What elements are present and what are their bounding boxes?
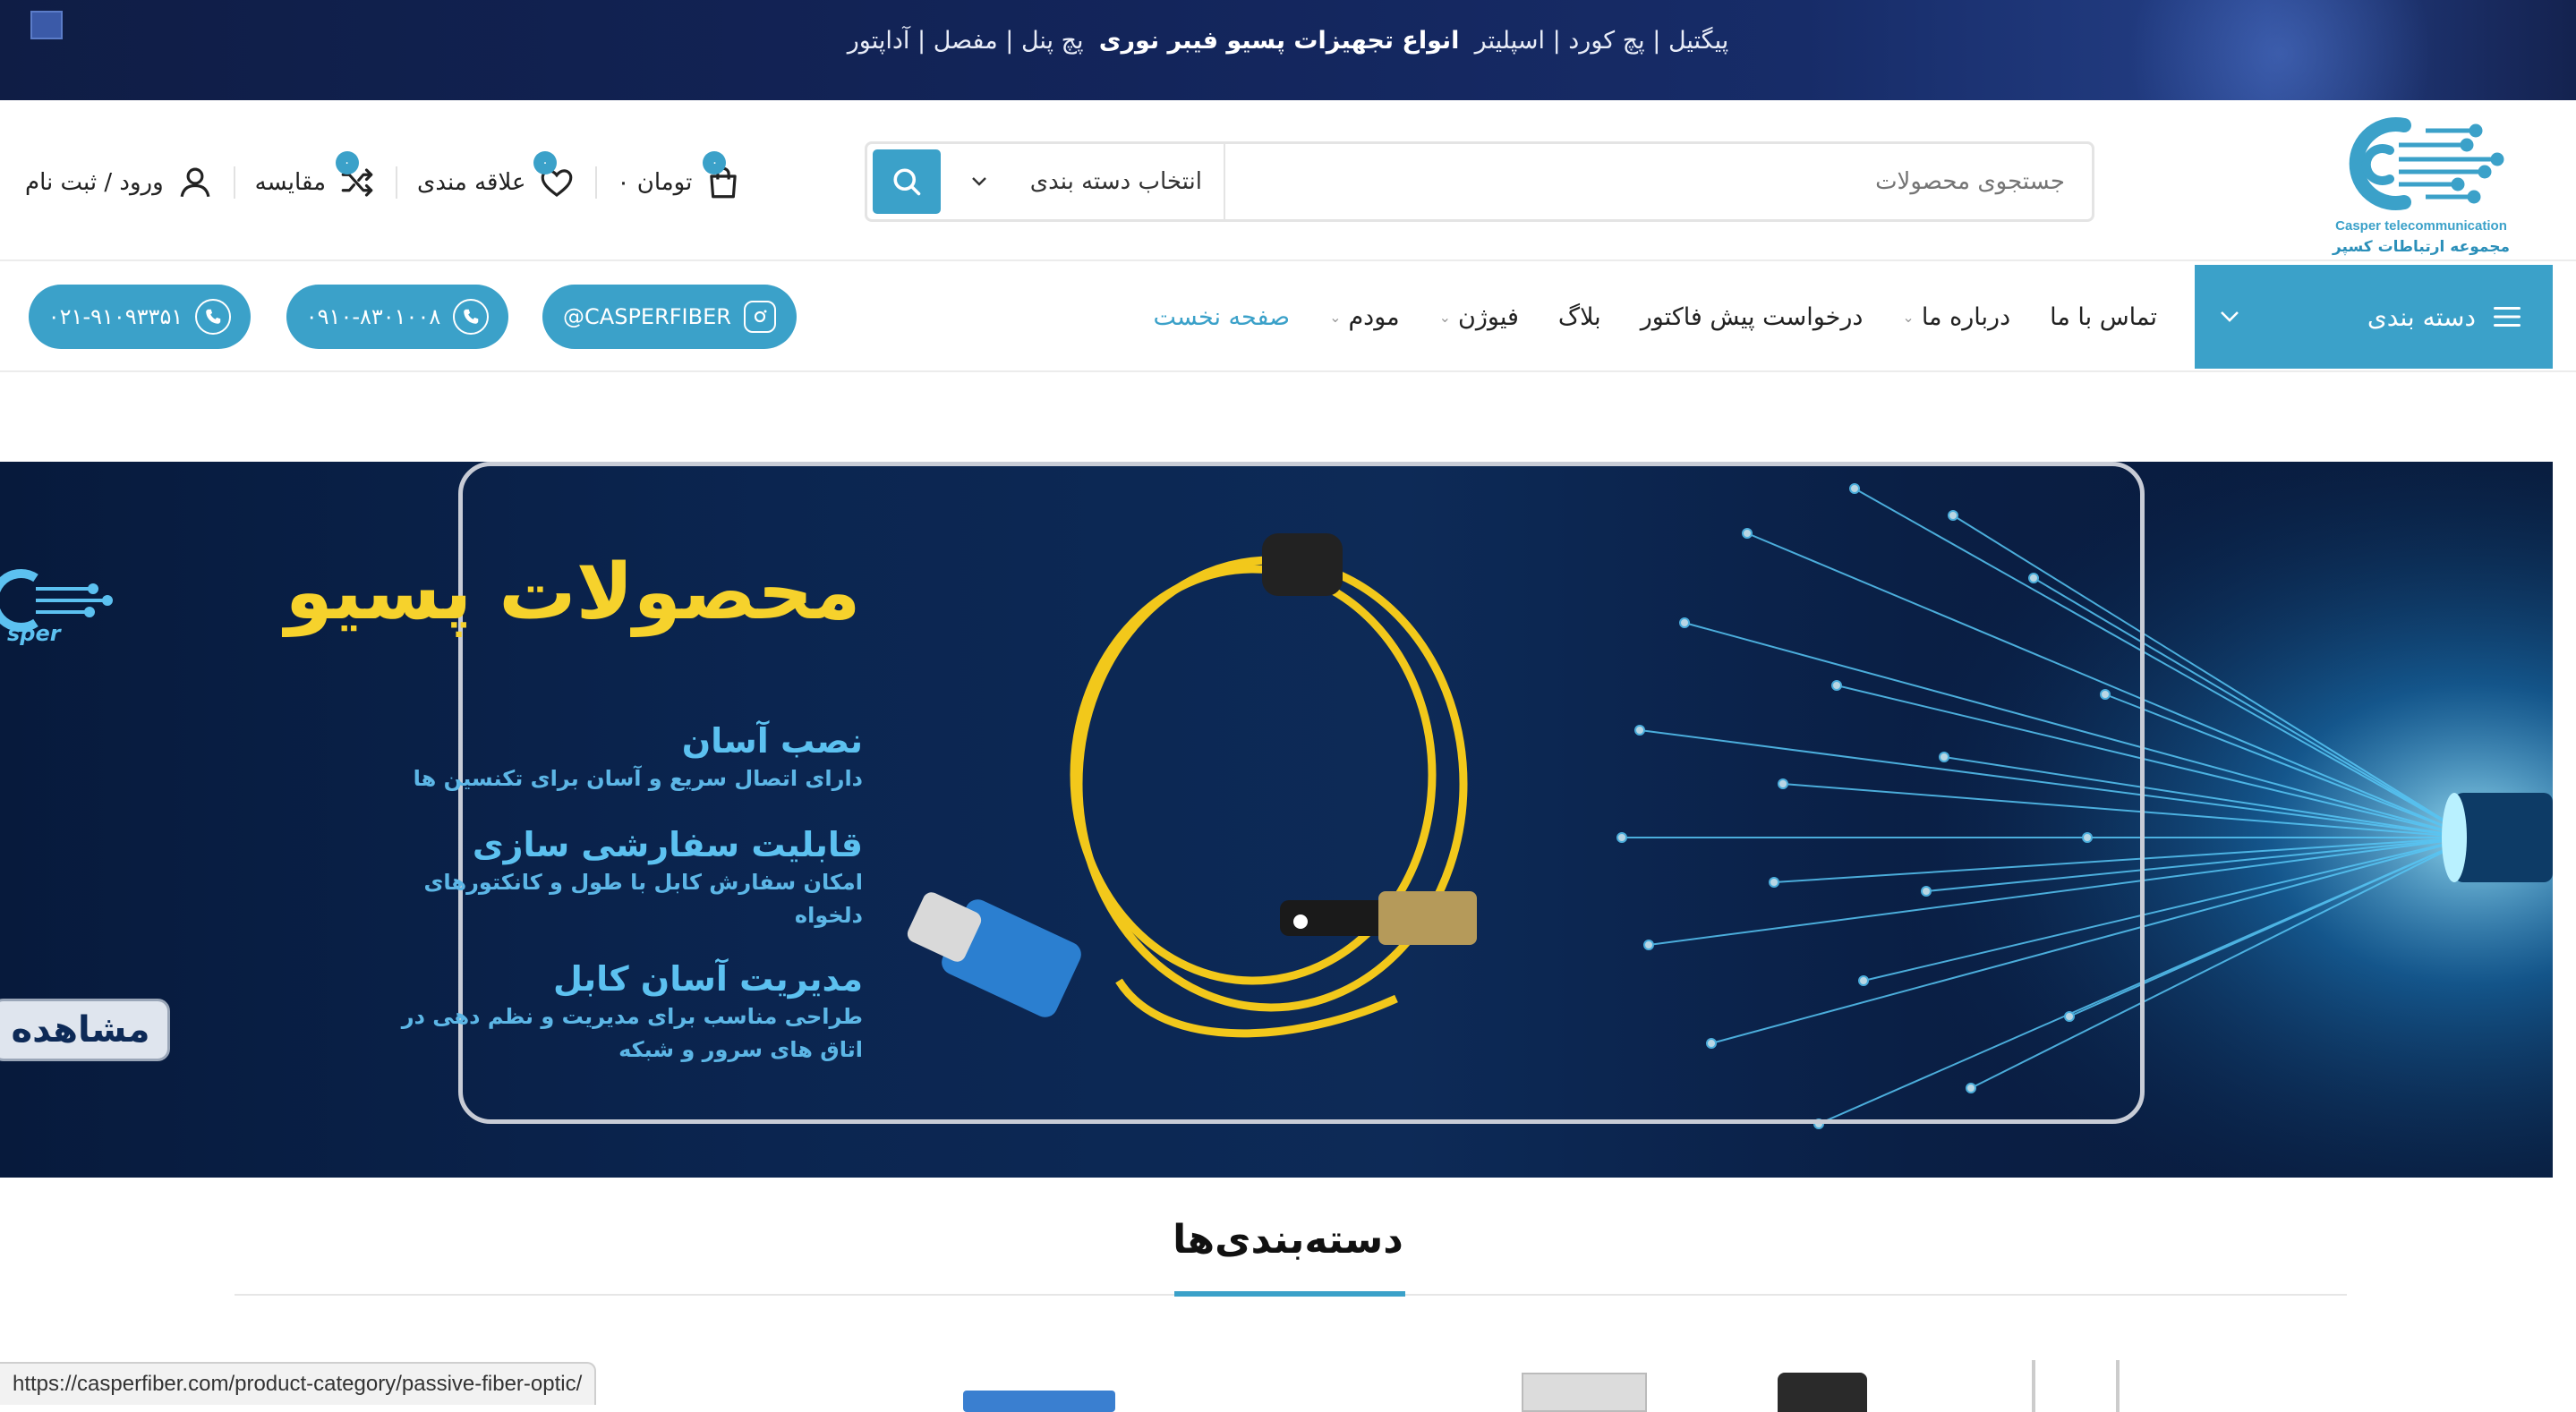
chevron-down-icon: ⌄ [1329,308,1342,326]
search-icon [893,168,921,196]
logo-text-fa: مجموعه ارتباطات کسپر [2332,238,2511,256]
casper-watermark-logo: sper [0,560,116,650]
nav-item-modem[interactable]: مودم ⌄ [1329,303,1400,331]
account-label: ورود / ثبت نام [25,169,164,196]
nav-item-quote-request[interactable]: درخواست پیش فاکتور [1641,303,1864,331]
instagram-icon [743,301,776,333]
categories-menu-label-wrap: دسته بندی [2367,302,2522,332]
office-phone-number: ۰۲۱-۹۱۰۹۳۳۵۱ [47,304,183,329]
nav-item-blog[interactable]: بلاگ [1558,303,1601,331]
mobile-call-button[interactable]: ۰۹۱۰-۸۳۰۱۰۰۸ [286,285,508,349]
banner-link[interactable]: آداپتور [848,27,910,55]
nav-item-about[interactable]: درباره ما ⌄ [1902,303,2010,331]
hero-feature-title: نصب آسان [681,721,863,761]
categories-menu-label: دسته بندی [2367,302,2476,332]
nav-menu: صفحه نخست مودم ⌄ فیوژن ⌄ بلاگ درخواست پیش … [1153,261,2157,372]
hero-feature-desc: امکان سفارش کابل با طول و کانکتورهای دلخ… [423,869,863,928]
hero-feature-desc: طراحی مناسب برای مدیریت و نظم دهی در اتا… [401,1003,863,1062]
browser-status-url: https://casperfiber.com/product-category… [0,1362,597,1405]
search-form: انتخاب دسته بندی [865,141,2094,222]
search-button[interactable] [873,149,941,214]
category-thumbnail[interactable] [2116,1360,2120,1412]
heading-underline [1174,1291,1405,1297]
compare-count-badge: ۰ [335,151,359,174]
nav-item-home[interactable]: صفحه نخست [1153,303,1290,331]
instagram-handle: @CASPERFIBER [563,304,731,329]
logo-mark-icon [2349,117,2504,210]
chevron-down-icon: ⌄ [1902,308,1915,326]
category-thumbnail[interactable] [963,1391,1115,1412]
chevron-down-icon [972,177,986,186]
divider [233,166,235,199]
categories-heading: دسته‌بندی‌ها [1173,1217,1403,1263]
logo-text-en: Casper telecommunication [2335,218,2507,234]
categories-menu-button[interactable]: دسته بندی [2195,265,2553,369]
hero-feature: نصب آسان دارای اتصال سریع و آسان برای تک… [362,721,863,795]
search-category-select[interactable]: انتخاب دسته بندی [948,144,1225,219]
site-header: Casper telecommunication مجموعه ارتباطات… [0,100,2576,261]
top-banner-text[interactable]: پیگتیل | پچ کورد | اسپلیتر انواع تجهیزات… [0,27,2576,55]
banner-link[interactable]: مفصل [934,27,998,55]
hamburger-menu-icon [2494,307,2521,327]
banner-highlight[interactable]: انواع تجهیزات پسیو فیبر نوری [1099,27,1460,55]
instagram-button[interactable]: @CASPERFIBER [542,285,797,349]
hero-feature: مدیریت آسان کابل طراحی مناسب برای مدیریت… [362,959,863,1067]
nav-item-fusion[interactable]: فیوژن ⌄ [1439,303,1519,331]
office-call-button[interactable]: ۰۲۱-۹۱۰۹۳۳۵۱ [29,285,251,349]
banner-link[interactable]: پچ کورد [1568,27,1644,55]
hero-feature-desc: دارای اتصال سریع و آسان برای تکنسین ها [413,765,863,791]
hero-feature-title: قابلیت سفارشی سازی [472,825,863,864]
header-actions: ورود / ثبت نام مقایسه ۰ علاقه مندی ۰ ۰ ت… [25,151,742,209]
mobile-number: ۰۹۱۰-۸۳۰۱۰۰۸ [305,304,441,329]
banner-link[interactable]: اسپلیتر [1475,27,1545,55]
phone-icon [453,299,490,335]
banner-link[interactable]: پچ پنل [1021,27,1084,55]
view-button[interactable]: مشاهده [0,999,170,1061]
phone-icon [195,299,232,335]
divider [595,166,598,199]
page: پیگتیل | پچ کورد | اسپلیتر انواع تجهیزات… [0,0,2576,1412]
hero-slider[interactable]: sper محصولات پسیو نصب آسان دارای اتصال س… [0,462,2553,1178]
banner-link[interactable]: پیگتیل [1668,27,1728,55]
cart-total: ۰ تومان [617,169,693,196]
wishlist-label: علاقه مندی [417,169,526,196]
divider [396,166,398,199]
hero-title: محصولات پسیو [285,548,861,637]
category-thumbnail[interactable] [2032,1360,2035,1412]
search-category-label: انتخاب دسته بندی [1029,168,1202,195]
user-icon [180,167,210,198]
wishlist-link[interactable]: علاقه مندی ۰ [417,151,576,201]
chevron-down-icon [2221,311,2239,322]
account-link[interactable]: ورود / ثبت نام [25,164,214,201]
hero-feature: قابلیت سفارشی سازی امکان سفارش کابل با ط… [362,825,863,932]
wishlist-count-badge: ۰ [533,151,558,174]
category-thumbnail[interactable] [1778,1373,1867,1412]
search-input[interactable] [1229,144,2092,219]
watermark-text: sper [7,621,61,646]
compare-label: مقایسه [254,169,327,196]
main-nav: دسته بندی صفحه نخست مودم ⌄ فیوژن ⌄ بلاگ در… [0,261,2576,372]
category-thumbnail[interactable] [1522,1373,1647,1412]
nav-item-contact[interactable]: تماس با ما [2050,303,2157,331]
cart-link[interactable]: ۰ تومان ۰ [617,151,742,201]
site-logo[interactable]: Casper telecommunication مجموعه ارتباطات… [2327,109,2515,258]
hero-feature-title: مدیریت آسان کابل [553,959,863,999]
top-banner[interactable]: پیگتیل | پچ کورد | اسپلیتر انواع تجهیزات… [0,0,2576,100]
chevron-down-icon: ⌄ [1438,308,1452,326]
compare-link[interactable]: مقایسه ۰ [254,151,376,201]
